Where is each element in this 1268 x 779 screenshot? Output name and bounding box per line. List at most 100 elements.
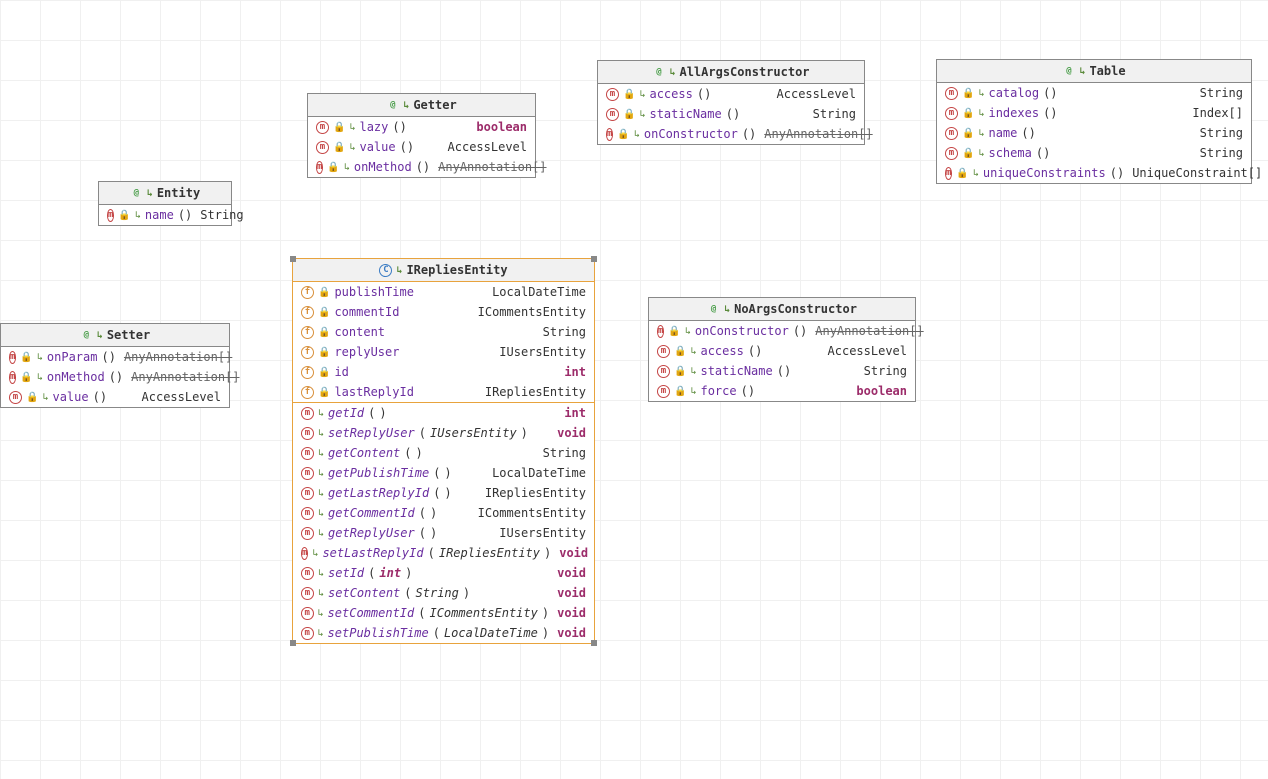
member-type: String xyxy=(1200,126,1243,140)
field-type: IUsersEntity xyxy=(499,345,586,359)
method-row[interactable]: m↳getCommentId()ICommentsEntity xyxy=(293,503,594,523)
member-type: Index[] xyxy=(1192,106,1243,120)
method-row[interactable]: m↳setLastReplyId(IRepliesEntity)void xyxy=(293,543,594,563)
arrow-icon: ↳ xyxy=(344,162,350,173)
member-type: String xyxy=(813,107,856,121)
method-name: getCommentId xyxy=(328,506,415,520)
arrow-icon: ↳ xyxy=(37,372,43,383)
arrow-icon: ↳ xyxy=(318,528,324,539)
method-row[interactable]: m↳setCommentId(ICommentsEntity)void xyxy=(293,603,594,623)
field-row[interactable]: f🔒contentString xyxy=(293,322,594,342)
member-row[interactable]: m🔒↳uniqueConstraints()UniqueConstraint[] xyxy=(937,163,1251,183)
member-row[interactable]: m🔒↳access()AccessLevel xyxy=(649,341,915,361)
member-row[interactable]: m🔒↳onParam()AnyAnnotation[] xyxy=(1,347,229,367)
field-name: content xyxy=(334,325,385,339)
resize-handle[interactable] xyxy=(591,256,597,262)
method-icon: m xyxy=(301,507,314,520)
member-row[interactable]: m🔒↳onConstructor()AnyAnnotation[] xyxy=(649,321,915,341)
method-row[interactable]: m↳setContent(String)void xyxy=(293,583,594,603)
member-row[interactable]: m🔒↳staticName()String xyxy=(649,361,915,381)
method-icon: m xyxy=(606,88,619,101)
method-row[interactable]: m↳setPublishTime(LocalDateTime)void xyxy=(293,623,594,643)
member-name: catalog xyxy=(988,86,1039,100)
arrow-icon: ↳ xyxy=(349,142,355,153)
method-name: setCommentId xyxy=(328,606,415,620)
lock-icon: 🔒 xyxy=(318,307,330,318)
method-icon: m xyxy=(657,325,664,338)
arrow-icon: ↳ xyxy=(403,100,409,111)
field-icon: f xyxy=(301,306,314,319)
method-row[interactable]: m↳setId(int)void xyxy=(293,563,594,583)
lock-icon: 🔒 xyxy=(318,387,330,398)
resize-handle[interactable] xyxy=(290,256,296,262)
member-name: staticName xyxy=(649,107,721,121)
field-row[interactable]: f🔒replyUserIUsersEntity xyxy=(293,342,594,362)
arrow-icon: ↳ xyxy=(978,128,984,139)
arrow-icon: ↳ xyxy=(1079,66,1085,77)
class-ireplies[interactable]: C↳IRepliesEntity f🔒publishTimeLocalDateT… xyxy=(292,258,595,644)
method-row[interactable]: m↳setReplyUser(IUsersEntity)void xyxy=(293,423,594,443)
arrow-icon: ↳ xyxy=(318,588,324,599)
method-icon: m xyxy=(9,351,16,364)
member-type: AnyAnnotation[] xyxy=(124,350,232,364)
resize-handle[interactable] xyxy=(290,640,296,646)
method-name: getPublishTime xyxy=(328,466,429,480)
member-name: onParam xyxy=(47,350,98,364)
class-entity[interactable]: @↳Entity m🔒↳name()String xyxy=(98,181,232,226)
field-row[interactable]: f🔒lastReplyIdIRepliesEntity xyxy=(293,382,594,402)
arrow-icon: ↳ xyxy=(639,89,645,100)
method-icon: m xyxy=(945,87,958,100)
method-icon: m xyxy=(316,121,329,134)
member-row[interactable]: m🔒↳value()AccessLevel xyxy=(1,387,229,407)
member-type: AccessLevel xyxy=(448,140,527,154)
class-table[interactable]: @↳Table m🔒↳catalog()Stringm🔒↳indexes()In… xyxy=(936,59,1252,184)
member-row[interactable]: m🔒↳indexes()Index[] xyxy=(937,103,1251,123)
member-row[interactable]: m🔒↳onConstructor()AnyAnnotation[] xyxy=(598,124,864,144)
member-row[interactable]: m🔒↳catalog()String xyxy=(937,83,1251,103)
method-row[interactable]: m↳getPublishTime()LocalDateTime xyxy=(293,463,594,483)
method-name: setPublishTime xyxy=(328,626,429,640)
member-row[interactable]: m🔒↳value()AccessLevel xyxy=(308,137,535,157)
class-setter[interactable]: @↳Setter m🔒↳onParam()AnyAnnotation[]m🔒↳o… xyxy=(0,323,230,408)
member-row[interactable]: m🔒↳access()AccessLevel xyxy=(598,84,864,104)
member-row[interactable]: m🔒↳schema()String xyxy=(937,143,1251,163)
member-type: String xyxy=(200,208,243,222)
field-icon: f xyxy=(301,366,314,379)
lock-icon: 🔒 xyxy=(668,326,680,337)
class-title: @↳Getter xyxy=(308,94,535,117)
member-row[interactable]: m🔒↳name()String xyxy=(99,205,231,225)
member-row[interactable]: m🔒↳onMethod()AnyAnnotation[] xyxy=(308,157,535,177)
method-row[interactable]: m↳getReplyUser()IUsersEntity xyxy=(293,523,594,543)
class-getter[interactable]: @↳Getter m🔒↳lazy()booleanm🔒↳value()Acces… xyxy=(307,93,536,178)
class-noargs[interactable]: @↳NoArgsConstructor m🔒↳onConstructor()An… xyxy=(648,297,916,402)
member-row[interactable]: m🔒↳onMethod()AnyAnnotation[] xyxy=(1,367,229,387)
member-row[interactable]: m🔒↳name()String xyxy=(937,123,1251,143)
class-title: @↳Table xyxy=(937,60,1251,83)
member-type: boolean xyxy=(856,384,907,398)
method-row[interactable]: m↳getLastReplyId()IRepliesEntity xyxy=(293,483,594,503)
field-row[interactable]: f🔒idint xyxy=(293,362,594,382)
field-name: commentId xyxy=(334,305,399,319)
member-name: onConstructor xyxy=(695,324,789,338)
arrow-icon: ↳ xyxy=(669,67,675,78)
method-icon: m xyxy=(945,167,952,180)
class-allargs[interactable]: @↳AllArgsConstructor m🔒↳access()AccessLe… xyxy=(597,60,865,145)
method-row[interactable]: m↳getId()int xyxy=(293,403,594,423)
member-row[interactable]: m🔒↳staticName()String xyxy=(598,104,864,124)
member-type: AccessLevel xyxy=(777,87,856,101)
field-row[interactable]: f🔒commentIdICommentsEntity xyxy=(293,302,594,322)
resize-handle[interactable] xyxy=(591,640,597,646)
member-type: String xyxy=(864,364,907,378)
method-icon: m xyxy=(301,607,314,620)
arrow-icon: ↳ xyxy=(349,122,355,133)
method-row[interactable]: m↳getContent()String xyxy=(293,443,594,463)
method-icon: m xyxy=(301,547,308,560)
member-type: AnyAnnotation[] xyxy=(131,370,239,384)
member-type: String xyxy=(1200,86,1243,100)
field-icon: f xyxy=(301,346,314,359)
member-row[interactable]: m🔒↳lazy()boolean xyxy=(308,117,535,137)
method-icon: m xyxy=(945,147,958,160)
member-row[interactable]: m🔒↳force()boolean xyxy=(649,381,915,401)
method-icon: m xyxy=(945,127,958,140)
field-row[interactable]: f🔒publishTimeLocalDateTime xyxy=(293,282,594,302)
